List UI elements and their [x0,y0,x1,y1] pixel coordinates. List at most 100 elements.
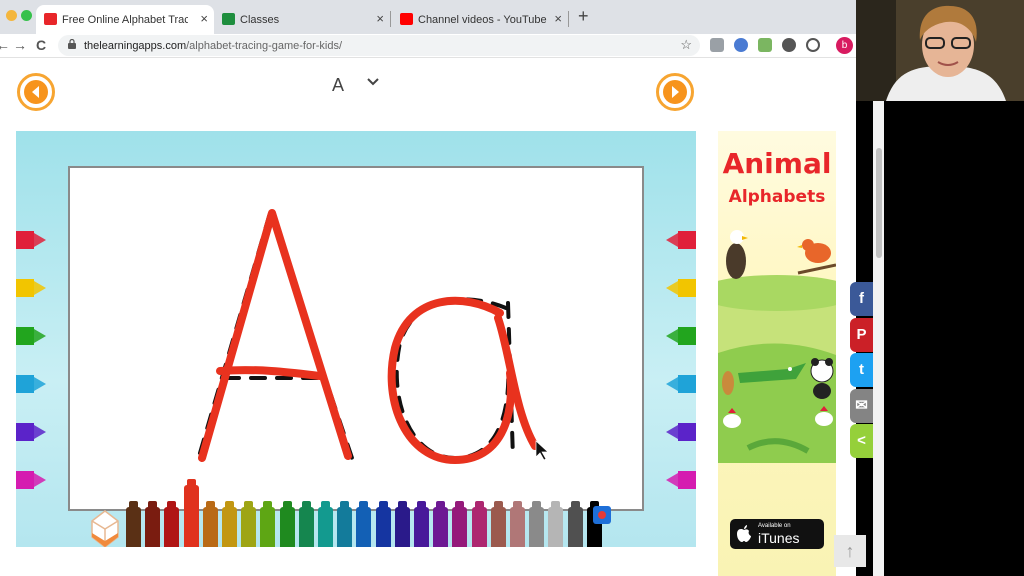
color-swatch[interactable] [510,501,525,547]
kangaroo-icon [722,371,734,395]
triangle-left-icon [32,86,39,98]
drawing-board[interactable] [68,166,644,511]
color-swatch[interactable] [241,501,257,547]
side-crayon[interactable] [666,275,696,301]
tab-title: Classes [240,13,280,26]
extension-shield-icon[interactable] [782,38,796,52]
color-swatch[interactable] [222,501,237,547]
color-swatch[interactable] [394,501,410,547]
crayon-tip [225,501,234,509]
share-twitter-button[interactable]: t [850,353,873,387]
color-swatch[interactable] [279,501,295,547]
color-swatch[interactable] [337,501,353,547]
crayon-tip [359,501,369,509]
crayon-tip [282,501,292,509]
close-icon[interactable]: × [554,11,562,26]
extension-search-icon[interactable] [806,38,820,52]
extension-globe-icon[interactable] [734,38,748,52]
chevron-down-icon[interactable] [367,77,379,87]
crayon-tip [205,501,215,509]
side-crayon[interactable] [16,227,46,253]
browser-window: Free Online Alphabet Tracing G × Classes… [0,0,856,576]
bookmark-star-icon[interactable]: ☆ [680,37,692,53]
side-crayon[interactable] [666,227,696,253]
maximize-button[interactable] [21,10,32,21]
url-domain: thelearningapps.com [84,39,187,52]
close-icon[interactable]: × [376,11,384,26]
color-swatch[interactable] [126,501,141,547]
scroll-to-top-button[interactable]: ↑ [834,535,866,567]
back-button[interactable]: ← [0,37,10,53]
reload-button[interactable]: C [36,37,46,53]
side-crayon[interactable] [16,467,46,493]
minimize-button[interactable] [6,10,17,21]
share-pinterest-button[interactable]: P [850,317,873,352]
tab-alphabet-tracing[interactable]: Free Online Alphabet Tracing G × [36,5,214,34]
color-swatch[interactable] [433,501,449,547]
eraser-icon[interactable] [86,503,124,547]
tab-separator [568,11,569,27]
close-icon[interactable]: × [200,11,208,26]
tab-youtube-studio[interactable]: Channel videos - YouTube Stu × [392,5,568,34]
screen: Free Online Alphabet Tracing G × Classes… [0,0,1024,576]
profile-avatar[interactable]: b [836,37,853,54]
side-crayon[interactable] [666,323,696,349]
itunes-badge[interactable]: Available on iTunes [730,519,824,549]
youtube-favicon-icon [400,13,413,25]
tab-classes[interactable]: Classes × [214,5,390,34]
color-swatch[interactable] [567,501,583,547]
color-swatch[interactable] [202,501,218,547]
color-swatch[interactable] [548,501,564,547]
color-swatch[interactable] [145,501,161,547]
animal-alphabets-ad[interactable]: Animal Alphabets Available on iTunes [718,131,836,576]
side-crayon[interactable] [16,323,46,349]
color-swatch[interactable] [529,501,545,547]
crayon-tip [570,501,580,509]
color-swatch[interactable] [471,501,487,547]
side-crayon[interactable] [666,467,696,493]
crayon-tip [417,501,426,509]
crayon-tip [167,501,177,509]
color-swatch[interactable] [414,501,429,547]
new-tab-button[interactable]: + [578,6,589,27]
side-crayon[interactable] [16,419,46,445]
extension-icon[interactable] [710,38,724,52]
crayon-tip [321,501,330,509]
side-crayon[interactable] [666,419,696,445]
forward-button[interactable]: → [13,37,27,53]
letter-selector[interactable]: A [332,75,344,96]
side-crayon[interactable] [16,371,46,397]
crayon-tip [455,501,465,509]
previous-letter-button[interactable] [17,73,55,111]
share-email-button[interactable]: ✉ [850,388,873,423]
crayon-tip [129,501,138,509]
color-swatch[interactable] [298,501,314,547]
extension-leaf-icon[interactable] [758,38,772,52]
record-button[interactable] [593,506,611,524]
color-swatch[interactable] [452,501,468,547]
crayon-tip [340,501,350,509]
share-facebook-button[interactable]: f [850,282,873,316]
color-swatch[interactable] [164,501,180,547]
record-dot-icon [598,511,606,519]
color-swatch[interactable] [318,501,333,547]
color-swatch[interactable] [490,501,506,547]
eagle-icon [726,230,748,279]
tab-separator [390,11,391,27]
color-swatch[interactable] [356,501,372,547]
address-bar[interactable]: thelearningapps.com/alphabet-tracing-gam… [58,35,700,56]
share-sharethis-button[interactable]: < [850,424,873,458]
mouse-cursor-icon [535,440,549,461]
side-crayon[interactable] [16,275,46,301]
side-crayon[interactable] [666,371,696,397]
scrollbar-thumb[interactable] [876,148,882,258]
color-swatch[interactable] [375,501,391,547]
color-swatch[interactable] [260,501,276,547]
page-scrollbar[interactable] [873,59,884,576]
next-letter-button[interactable] [656,73,694,111]
ad-subtitle: Alphabets [728,187,826,207]
tab-title: Free Online Alphabet Tracing G [62,13,188,26]
letter-trace-canvas[interactable] [70,168,642,509]
learningapps-favicon-icon [44,13,57,25]
color-swatch[interactable] [183,479,199,547]
